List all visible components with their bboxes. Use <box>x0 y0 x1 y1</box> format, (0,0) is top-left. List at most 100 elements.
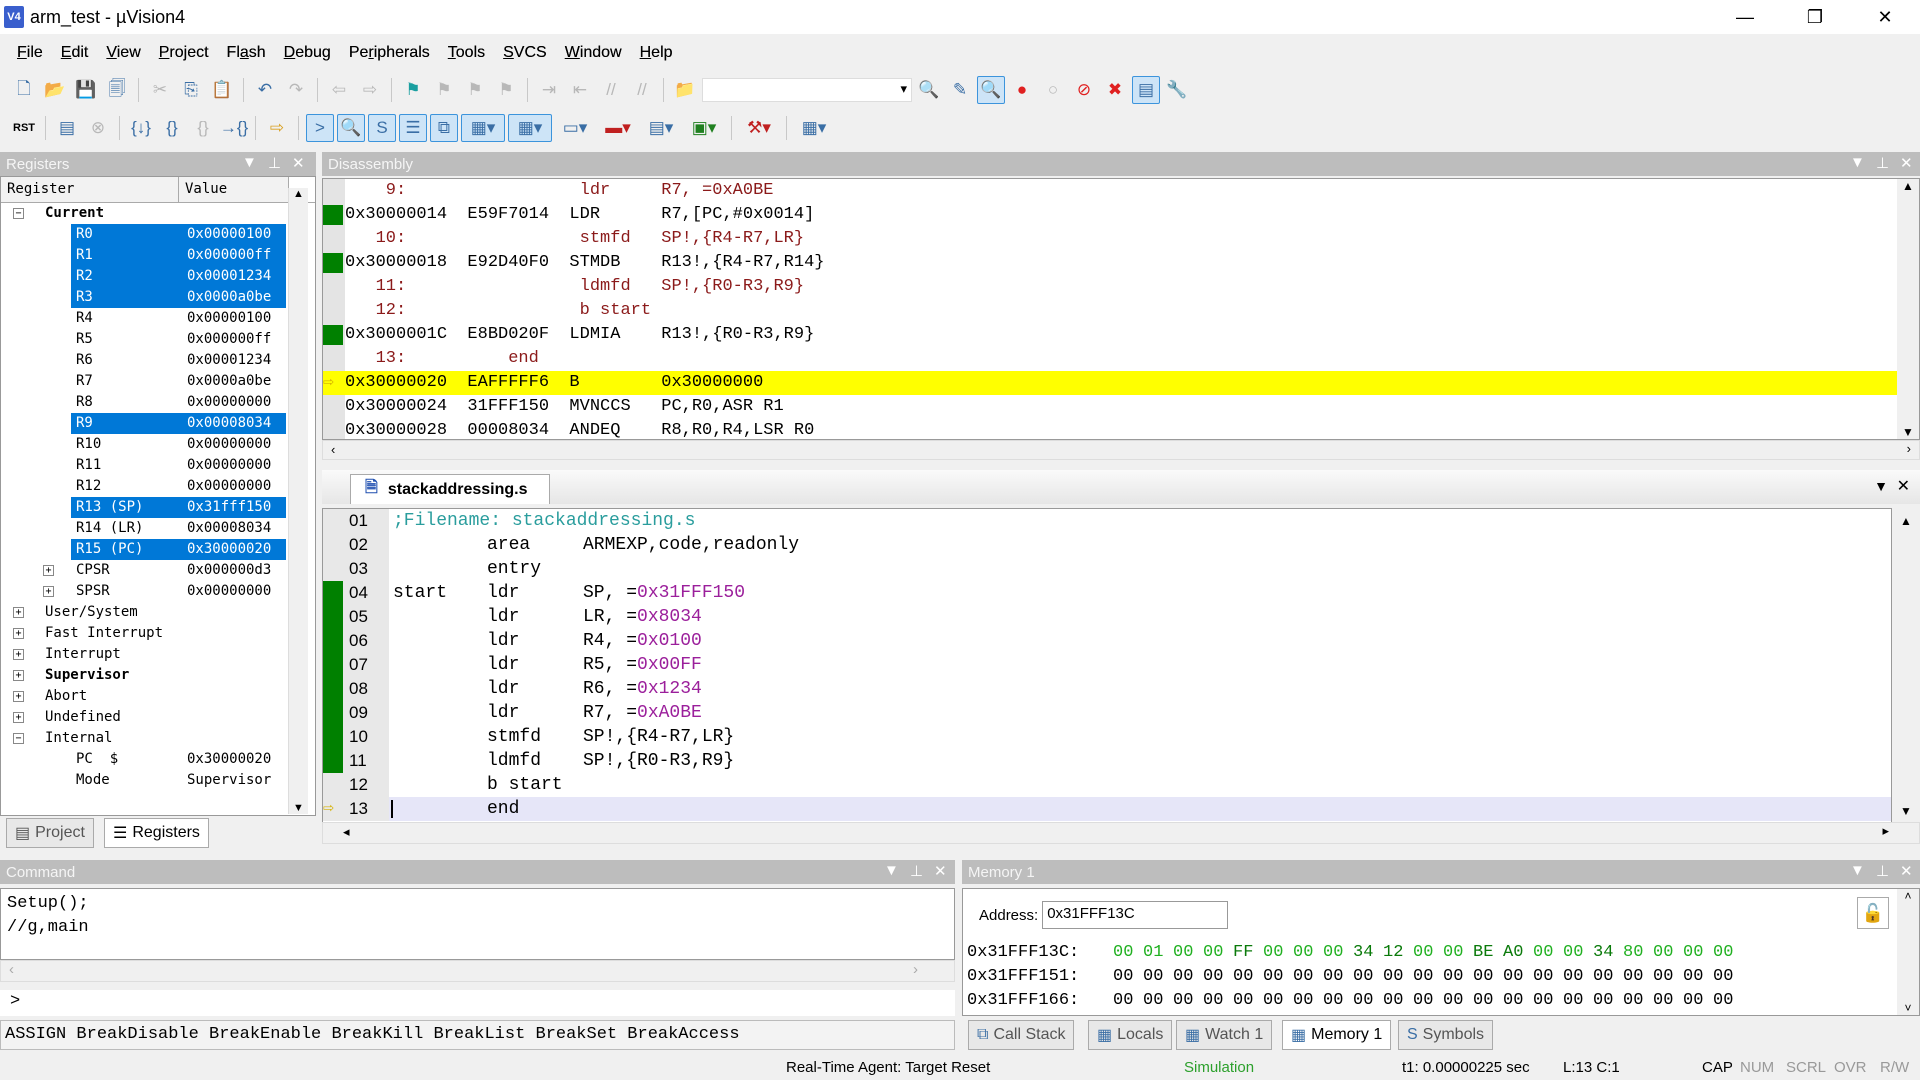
disable-all-breakpoints-icon[interactable]: ⊘ <box>1070 76 1098 104</box>
expand-icon[interactable]: + <box>13 649 24 660</box>
next-bookmark-icon[interactable]: ⚑ <box>461 76 489 104</box>
editor-line[interactable]: 03 entry <box>323 557 1891 581</box>
register-row[interactable]: R7 0x0000a0be <box>1 371 315 392</box>
memory-byte[interactable]: 00 <box>1683 943 1713 962</box>
memory-byte[interactable]: 00 <box>1323 967 1353 986</box>
editor-menu-icon[interactable]: ▼ <box>1874 478 1888 494</box>
editor-vscroll[interactable]: ▲ ▼ <box>1892 508 1920 824</box>
memory-byte[interactable]: 00 <box>1563 991 1593 1010</box>
memory-byte[interactable]: 80 <box>1623 943 1653 962</box>
memory-row[interactable]: 0x31FFF166: 00 00 00 00 00 00 00 00 00 00 00 00 00 00 0… <box>967 991 1743 1010</box>
prev-bookmark-icon[interactable]: ⚑ <box>430 76 458 104</box>
system-viewer-icon[interactable]: ▣▾ <box>684 114 724 142</box>
memory-byte[interactable]: 00 <box>1503 967 1533 986</box>
memory-byte[interactable]: 00 <box>1173 967 1203 986</box>
save-icon[interactable]: 💾 <box>72 76 100 104</box>
show-next-statement-icon[interactable]: ⇨ <box>263 114 291 142</box>
memory-byte[interactable]: 00 <box>1593 991 1623 1010</box>
source-line[interactable]: 12: b start <box>323 299 1919 323</box>
memory-byte[interactable]: 34 <box>1593 943 1623 962</box>
register-row[interactable]: R0 0x00000100 <box>1 224 315 245</box>
close-icon[interactable]: ✕ <box>1900 154 1913 172</box>
register-row[interactable]: − Current <box>1 203 315 224</box>
pin-icon[interactable]: ⊥ <box>1876 862 1889 880</box>
memory-byte[interactable]: 00 <box>1173 943 1203 962</box>
memory-byte[interactable]: 00 <box>1443 967 1473 986</box>
memory-byte[interactable]: 00 <box>1143 967 1173 986</box>
memory-byte[interactable]: 00 <box>1533 943 1563 962</box>
close-icon[interactable]: ✕ <box>934 862 947 880</box>
editor-line[interactable]: 04 start ldr SP, =0x31FFF150 <box>323 581 1891 605</box>
memory-byte[interactable]: 00 <box>1113 967 1143 986</box>
memory-byte[interactable]: 00 <box>1593 967 1623 986</box>
menu-flash[interactable]: Flash Flash <box>218 44 275 62</box>
editor-line[interactable]: 08 ldr R6, =0x1234 <box>323 677 1891 701</box>
pin-icon[interactable]: ⊥ <box>910 862 923 880</box>
memory-byte[interactable]: 00 <box>1173 991 1203 1010</box>
expand-icon[interactable]: + <box>13 628 24 639</box>
step-into-icon[interactable]: {↓} <box>127 114 155 142</box>
asm-line[interactable]: 0x30000028 00008034 ANDEQ R8,R0,R4,LSR R… <box>323 419 1919 439</box>
register-row[interactable]: PC $ 0x30000020 <box>1 749 315 770</box>
register-row[interactable]: R10 0x00000000 <box>1 434 315 455</box>
expand-icon[interactable]: + <box>13 712 24 723</box>
tab-registers[interactable]: ☰ Registers <box>104 818 209 848</box>
tab-stackaddressing[interactable]: 🗎 stackaddressing.s <box>350 474 550 504</box>
bookmark-icon[interactable]: ⚑ <box>399 76 427 104</box>
memory-byte[interactable]: 00 <box>1293 943 1323 962</box>
editor-hscroll[interactable]: ◂ ▸ <box>322 822 1920 844</box>
memory-byte[interactable]: 00 <box>1413 991 1443 1010</box>
memory-vscroll[interactable]: ˄ ˅ <box>1897 889 1919 1015</box>
editor-line[interactable]: 01 ;Filename: stackaddressing.s <box>323 509 1891 533</box>
memory-byte[interactable]: 00 <box>1263 943 1293 962</box>
menu-peripherals[interactable]: Peripherals Peripherals <box>340 44 439 62</box>
indent-icon[interactable]: ⇥ <box>535 76 563 104</box>
register-row[interactable]: R8 0x00000000 <box>1 392 315 413</box>
memory-byte[interactable]: 00 <box>1323 991 1353 1010</box>
asm-line[interactable]: 0x30000024 31FFF150 MVNCCS PC,R0,ASR R1 <box>323 395 1919 419</box>
registers-tree[interactable]: Register Value − Current R0 0x00000100 R1 0x0… <box>0 176 316 816</box>
asm-line[interactable]: 0x30000014 E59F7014 LDR R7,[PC,#0x0014] <box>323 203 1919 227</box>
memory-byte[interactable]: 00 <box>1563 967 1593 986</box>
memory-byte[interactable]: 01 <box>1143 943 1173 962</box>
memory-byte[interactable]: 00 <box>1293 991 1323 1010</box>
collapse-icon[interactable]: − <box>13 733 24 744</box>
register-row[interactable]: + Undefined <box>1 707 315 728</box>
memory-byte[interactable]: A0 <box>1503 943 1533 962</box>
memory-byte[interactable]: 00 <box>1473 967 1503 986</box>
open-file-icon[interactable]: 📂 <box>41 76 69 104</box>
memory-byte[interactable]: 00 <box>1533 991 1563 1010</box>
memory-byte[interactable]: 00 <box>1353 991 1383 1010</box>
memory-byte[interactable]: 00 <box>1683 991 1713 1010</box>
comment-icon[interactable]: // <box>597 76 625 104</box>
step-over-icon[interactable]: {} <box>158 114 186 142</box>
copy-icon[interactable]: ⎘ <box>177 76 205 104</box>
register-row[interactable]: R12 0x00000000 <box>1 476 315 497</box>
tab-locals[interactable]: ▦ Locals <box>1088 1020 1173 1050</box>
kill-all-breakpoints-icon[interactable]: ✖ <box>1101 76 1129 104</box>
tab-symbols[interactable]: S Symbols <box>1398 1020 1494 1050</box>
tab-memory-1[interactable]: ▦ Memory 1 <box>1282 1020 1392 1050</box>
memory-byte[interactable]: 00 <box>1683 967 1713 986</box>
breakpoint-icon[interactable]: ● <box>1008 76 1036 104</box>
expand-icon[interactable]: + <box>43 565 54 576</box>
nav-back-icon[interactable]: ⇦ <box>325 76 353 104</box>
paste-icon[interactable]: 📋 <box>208 76 236 104</box>
editor-line[interactable]: 05 ldr LR, =0x8034 <box>323 605 1891 629</box>
memory-byte[interactable]: 00 <box>1473 991 1503 1010</box>
find-combo[interactable] <box>702 78 912 102</box>
source-line[interactable]: 13: end <box>323 347 1919 371</box>
run-to-cursor-icon[interactable]: →{} <box>220 114 248 142</box>
menu-file[interactable]: File File <box>8 44 52 62</box>
disassembly-vscroll[interactable]: ▲ ▼ <box>1897 179 1919 439</box>
find-in-files-icon[interactable]: 📁 <box>671 76 699 104</box>
menu-window[interactable]: Window Window <box>556 44 631 62</box>
register-row[interactable]: R14 (LR) 0x00008034 <box>1 518 315 539</box>
asm-line[interactable]: 0x3000001C E8BD020F LDMIA R13!,{R0-R3,R9… <box>323 323 1919 347</box>
menu-debug[interactable]: Debug Debug <box>275 44 340 62</box>
editor-line[interactable]: 09 ldr R7, =0xA0BE <box>323 701 1891 725</box>
memory-byte[interactable]: 00 <box>1383 991 1413 1010</box>
memory-byte[interactable]: 00 <box>1143 991 1173 1010</box>
address-input[interactable]: 0x31FFF13C <box>1042 901 1229 929</box>
memory-byte[interactable]: 00 <box>1113 991 1143 1010</box>
